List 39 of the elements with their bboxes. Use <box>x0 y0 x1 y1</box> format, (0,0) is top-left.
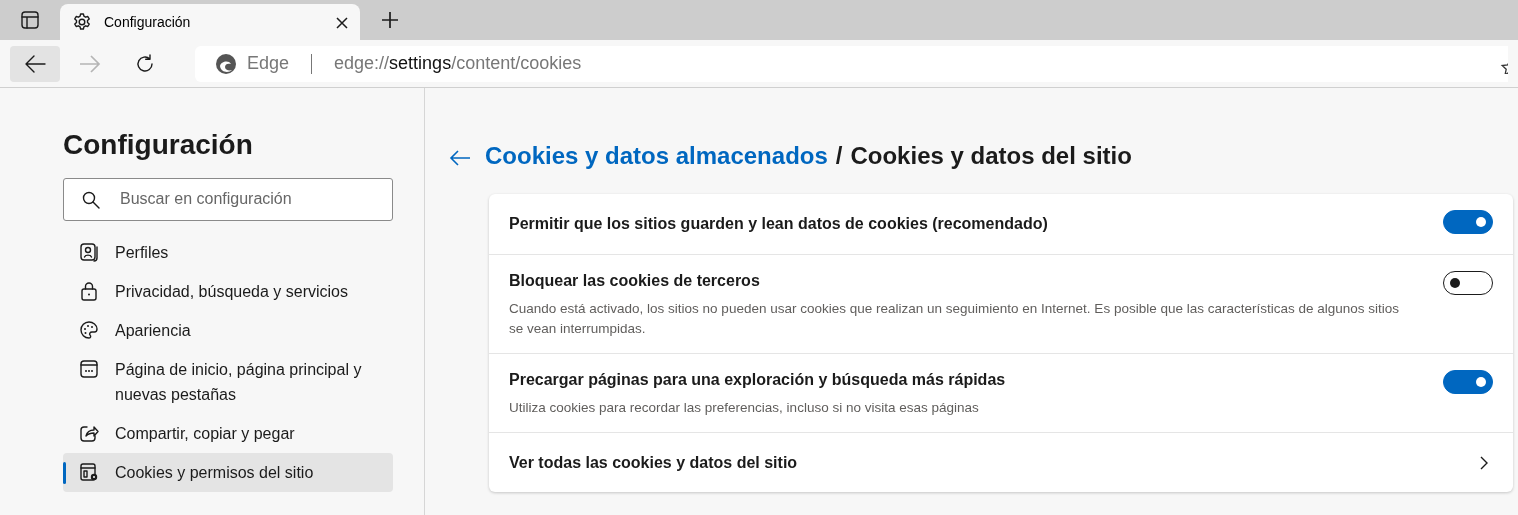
cookie-settings-icon <box>79 461 99 482</box>
setting-label: Precargar páginas para una exploración y búsqueda más rápidas <box>509 370 1007 390</box>
breadcrumb-link[interactable]: Cookies y datos almacenados <box>485 138 828 174</box>
lock-icon <box>79 280 99 301</box>
sidebar-item[interactable]: Perfiles <box>63 232 393 272</box>
refresh-icon <box>134 52 156 75</box>
sidebar-item[interactable]: Privacidad, búsqueda y servicios <box>63 271 393 311</box>
page-title: Cookies y datos del sitio <box>850 141 1132 171</box>
toggle-switch[interactable] <box>1443 370 1493 394</box>
sidebar-item[interactable]: Cookies y permisos del sitio <box>63 452 393 492</box>
setting-description: Cuando está activado, los sitios no pueden usar cookies que realizan un seguimiento en Internet. Es posible que las características de algunos sitios se vean interrumpidas. <box>509 300 1401 338</box>
url-text: edge://settings/content/cookies <box>334 52 582 75</box>
browser-brand: Edge <box>247 52 290 75</box>
window-dots-icon <box>79 358 99 379</box>
sidebar-item[interactable]: Apariencia <box>63 310 393 350</box>
breadcrumb-separator: / <box>835 141 843 171</box>
back-button[interactable] <box>10 45 60 82</box>
tab-title: Configuración <box>104 12 192 32</box>
toggle-switch[interactable] <box>1443 271 1493 295</box>
search-field[interactable]: Buscar en configuración <box>63 177 393 221</box>
back-arrow-icon <box>24 53 46 74</box>
plus-icon <box>380 10 400 30</box>
sidebar-item[interactable]: Compartir, copiar y pegar <box>63 413 393 453</box>
browser-logo-icon <box>215 52 237 75</box>
setting-description: Utiliza cookies para recordar las preferencias, incluso si no visita esas páginas <box>509 399 980 417</box>
palette-icon <box>79 319 99 340</box>
sidebar-item[interactable]: Página de inicio, página principal y nuevas pestañas <box>63 349 393 414</box>
settings-link-row[interactable]: Ver todas las cookies y datos del sitio <box>489 432 1513 492</box>
address-bar[interactable]: Edge edge://settings/content/cookies <box>195 45 1508 82</box>
toggle-switch[interactable] <box>1443 210 1493 234</box>
setting-label: Permitir que los sitios guarden y lean datos de cookies (recomendado) <box>509 214 1049 234</box>
browser-tab[interactable]: Configuración <box>60 4 360 40</box>
forward-arrow-icon <box>79 53 101 74</box>
setting-label: Ver todas las cookies y datos del sitio <box>509 452 799 473</box>
tab-actions-icon <box>20 10 40 30</box>
gear-icon <box>72 12 92 32</box>
sidebar-title: Configuración <box>63 128 254 162</box>
profile-icon <box>79 241 99 262</box>
setting-label: Bloquear las cookies de terceros <box>509 271 761 291</box>
